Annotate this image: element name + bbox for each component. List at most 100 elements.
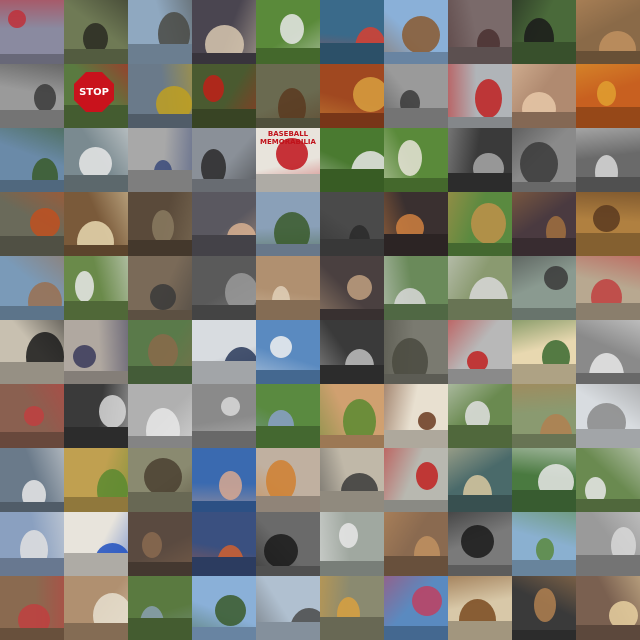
tile-subject <box>347 275 372 300</box>
collage-tile <box>192 128 256 192</box>
tile-subject <box>412 586 442 616</box>
collage-tile <box>448 64 512 128</box>
collage-tile <box>128 256 192 320</box>
tile-ground <box>0 558 64 576</box>
collage-tile <box>192 192 256 256</box>
tile-ground <box>128 170 192 192</box>
tile-ground <box>512 364 576 384</box>
tile-ground <box>448 299 512 320</box>
tile-ground <box>320 113 384 128</box>
collage-tile <box>64 512 128 576</box>
collage-tile <box>256 320 320 384</box>
collage-tile <box>64 448 128 512</box>
tile-ground <box>64 427 128 448</box>
tile-ground <box>576 499 640 512</box>
tile-ground <box>256 174 320 192</box>
tile-ground <box>256 566 320 576</box>
tile-subject <box>221 397 240 416</box>
collage-tile <box>512 320 576 384</box>
tile-ground <box>512 630 576 640</box>
collage-tile: BASEBALL MEMORABILIA <box>256 128 320 192</box>
tile-ground <box>128 562 192 576</box>
tile-ground <box>576 373 640 384</box>
collage-tile <box>448 576 512 640</box>
tile-ground <box>512 112 576 128</box>
tile-ground <box>576 107 640 128</box>
collage-tile <box>512 256 576 320</box>
collage-tile <box>256 192 320 256</box>
collage-tile <box>256 0 320 64</box>
collage-tile <box>0 64 64 128</box>
collage-tile <box>192 64 256 128</box>
tile-ground <box>0 432 64 448</box>
collage-tile <box>256 64 320 128</box>
collage-tile <box>320 512 384 576</box>
collage-tile <box>256 384 320 448</box>
tile-ground <box>192 627 256 640</box>
tile-ground <box>64 371 128 384</box>
tile-ground <box>320 435 384 448</box>
collage-tile <box>64 256 128 320</box>
tile-ground <box>192 501 256 512</box>
tile-subject <box>24 406 44 426</box>
collage-tile <box>512 0 576 64</box>
tile-ground <box>448 621 512 640</box>
tile-ground <box>384 52 448 64</box>
collage-tile <box>384 512 448 576</box>
collage-tile <box>0 256 64 320</box>
tile-ground <box>576 303 640 320</box>
tile-ground <box>256 496 320 512</box>
collage-tile: STOP <box>64 64 128 128</box>
tile-subject <box>270 336 292 358</box>
tile-subject <box>99 395 126 428</box>
tile-ground <box>384 234 448 256</box>
stop-sign-text: STOP <box>79 86 109 98</box>
tile-subject <box>339 523 358 548</box>
tile-subject <box>416 462 438 490</box>
collage-tile <box>384 320 448 384</box>
tile-ground <box>0 110 64 128</box>
collage-tile <box>576 64 640 128</box>
tile-ground <box>448 173 512 192</box>
tile-ground <box>192 109 256 128</box>
tile-ground <box>128 436 192 448</box>
tile-ground <box>64 553 128 576</box>
collage-tile <box>64 0 128 64</box>
collage-tile <box>448 0 512 64</box>
tile-ground <box>384 556 448 576</box>
tile-ground <box>64 49 128 64</box>
collage-tile <box>448 192 512 256</box>
tile-ground <box>320 491 384 512</box>
tile-subject <box>536 538 554 562</box>
collage-tile <box>128 512 192 576</box>
collage-tile <box>512 448 576 512</box>
tile-ground <box>0 306 64 320</box>
tile-ground <box>448 369 512 384</box>
tile-subject <box>30 208 60 238</box>
image-collage: STOP BASEBALL MEMORABILIA <box>0 0 640 640</box>
tile-subject <box>150 284 176 310</box>
tile-subject <box>203 75 224 102</box>
collage-tile <box>256 256 320 320</box>
collage-tile <box>64 128 128 192</box>
tile-ground <box>64 623 128 640</box>
tile-ground <box>320 43 384 64</box>
tile-subject <box>398 140 422 176</box>
tile-subject <box>144 458 182 496</box>
tile-ground <box>384 430 448 448</box>
collage-tile <box>576 256 640 320</box>
collage-tile <box>0 192 64 256</box>
collage-tile <box>128 576 192 640</box>
stop-sign-icon: STOP <box>74 72 114 112</box>
tile-ground <box>512 560 576 576</box>
tile-ground <box>384 626 448 640</box>
tile-ground <box>256 244 320 256</box>
collage-tile <box>64 576 128 640</box>
tile-subject <box>8 10 26 28</box>
collage-tile <box>0 512 64 576</box>
collage-tile <box>448 448 512 512</box>
collage-tile <box>128 384 192 448</box>
tile-ground <box>192 235 256 256</box>
collage-tile <box>192 0 256 64</box>
tile-ground <box>128 492 192 512</box>
